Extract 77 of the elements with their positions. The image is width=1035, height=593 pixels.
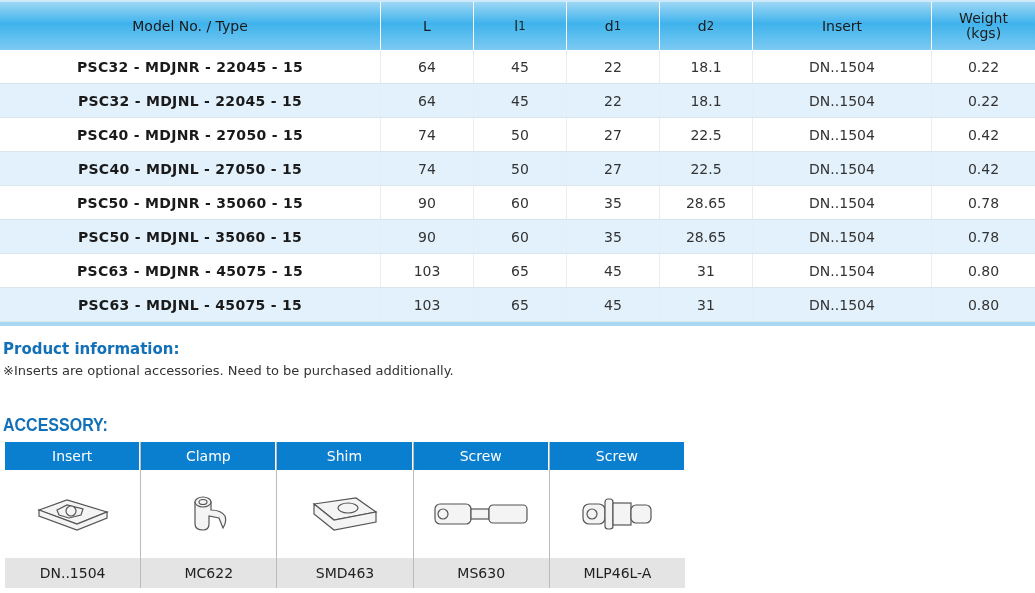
table-cell: MC622	[141, 558, 277, 588]
table-cell: 22	[567, 50, 660, 83]
column-header: Insert	[5, 442, 141, 470]
screw-icon	[433, 501, 530, 527]
screw-icon	[581, 496, 654, 532]
column-header: L	[381, 2, 474, 50]
table-cell: 64	[381, 84, 474, 117]
table-cell: 90	[381, 186, 474, 219]
table-cell: 50	[474, 118, 567, 151]
table-cell-text: 0.78	[966, 227, 1001, 247]
table-cell: 31	[660, 254, 753, 287]
table-cell: 22	[567, 84, 660, 117]
section-heading: Product information:	[3, 340, 181, 358]
table-cell: 45	[567, 288, 660, 321]
table-cell: 103	[381, 288, 474, 321]
table-cell: MS630	[413, 558, 549, 588]
table-cell: 45	[474, 84, 567, 117]
table-cell: 18.1	[660, 50, 753, 83]
table-cell: 28.65	[660, 186, 753, 219]
table-cell: 27	[567, 152, 660, 185]
shim-icon	[312, 496, 378, 532]
insert-icon	[36, 496, 109, 532]
table-cell: 103	[381, 254, 474, 287]
table-cell: PSC32 - MDJNL - 22045 - 15	[0, 84, 381, 117]
table-cell: 65	[474, 288, 567, 321]
table-cell: 31	[660, 288, 753, 321]
table-cell: PSC40 - MDJNR - 27050 - 15	[0, 118, 381, 151]
table-cell: 28.65	[660, 220, 753, 253]
table-cell: 65	[474, 254, 567, 287]
column-header: Insert	[753, 2, 932, 50]
table-cell: 90	[381, 220, 474, 253]
section-heading: ACCESSORY:	[2, 414, 109, 436]
table-cell: PSC40 - MDJNL - 27050 - 15	[0, 152, 381, 185]
column-header: Screw	[413, 442, 549, 470]
table-cell: PSC50 - MDJNR - 35060 - 15	[0, 186, 381, 219]
table-cell-text: 0.22	[966, 57, 1001, 77]
table-cell: DN..1504	[753, 220, 932, 253]
table-cell: DN..1504	[753, 84, 932, 117]
column-header: Shim	[277, 442, 413, 470]
table-cell: 74	[381, 152, 474, 185]
table-cell-text: 0.22	[966, 91, 1001, 111]
note-text: ※Inserts are optional accessories. Need to be purchased additionally.	[3, 363, 455, 378]
table-cell: SMD463	[277, 558, 413, 588]
table-cell: 27	[567, 118, 660, 151]
table-cell: DN..1504	[753, 152, 932, 185]
table-cell: 35	[567, 220, 660, 253]
table-cell: PSC63 - MDJNL - 45075 - 15	[0, 288, 381, 321]
table-cell: MLP46L-A	[549, 558, 685, 588]
column-header: Screw	[549, 442, 685, 470]
column-header: Clamp	[141, 442, 277, 470]
table-cell: DN..1504	[5, 558, 141, 588]
table-cell: 60	[474, 186, 567, 219]
table-cell: 74	[381, 118, 474, 151]
table-cell: 45	[474, 50, 567, 83]
table-cell: DN..1504	[753, 186, 932, 219]
table-cell: 60	[474, 220, 567, 253]
table-cell: DN..1504	[753, 288, 932, 321]
table-cell: 18.1	[660, 84, 753, 117]
table-cell-text: 0.80	[966, 261, 1001, 281]
table-cell-text: 0.42	[966, 159, 1001, 179]
table-cell: PSC63 - MDJNR - 45075 - 15	[0, 254, 381, 287]
table-cell: 22.5	[660, 118, 753, 151]
table-cell: 64	[381, 50, 474, 83]
table-cell: PSC32 - MDJNR - 22045 - 15	[0, 50, 381, 83]
column-header: Weight (kgs)	[958, 9, 1009, 43]
table-cell: 22.5	[660, 152, 753, 185]
table-cell: DN..1504	[753, 118, 932, 151]
table-cell: PSC50 - MDJNL - 35060 - 15	[0, 220, 381, 253]
table-cell-text: 0.80	[966, 295, 1001, 315]
table-cell: DN..1504	[753, 254, 932, 287]
table-cell: DN..1504	[753, 50, 932, 83]
table-cell: 35	[567, 186, 660, 219]
table-cell-text: 0.42	[966, 125, 1001, 145]
column-header: Model No. / Type	[0, 2, 381, 50]
table-cell: 50	[474, 152, 567, 185]
table-cell: 45	[567, 254, 660, 287]
table-cell-text: 0.78	[966, 193, 1001, 213]
